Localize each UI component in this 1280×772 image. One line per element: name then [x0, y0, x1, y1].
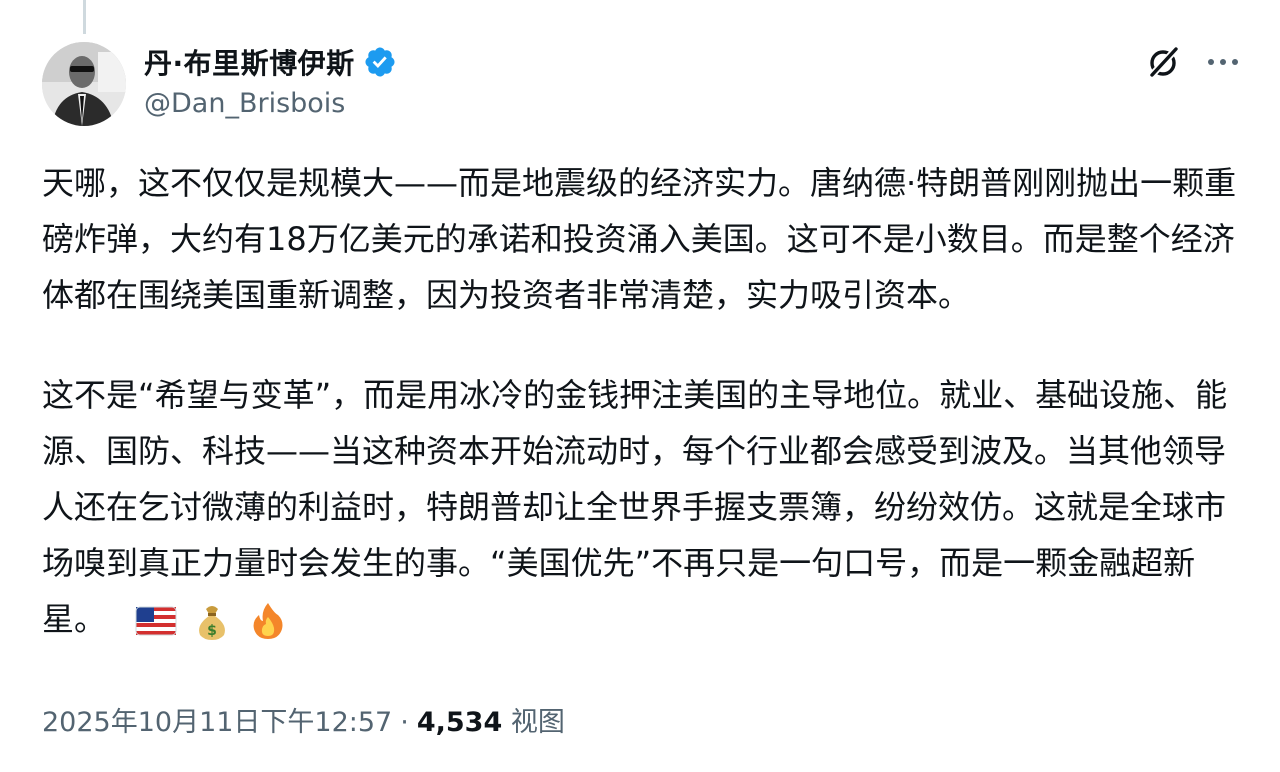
- tweet-header: 丹·布里斯博伊斯 @Dan_Brisbois: [42, 40, 1242, 130]
- display-name-row: 丹·布里斯博伊斯: [144, 40, 397, 84]
- verified-badge-icon[interactable]: [363, 45, 397, 79]
- tweet-text: 天哪，这不仅仅是规模大——而是地震级的经济实力。唐纳德·特朗普刚刚抛出一颗重磅炸…: [42, 155, 1242, 647]
- money-bag-emoji-icon: $: [199, 606, 225, 640]
- tweet-meta: 2025年10月11日下午12:57 · 4,534 视图: [42, 700, 565, 739]
- fire-emoji-icon: [253, 603, 283, 639]
- author-names: 丹·布里斯博伊斯 @Dan_Brisbois: [144, 40, 397, 119]
- tweet-paragraph-1: 天哪，这不仅仅是规模大——而是地震级的经济实力。唐纳德·特朗普刚刚抛出一颗重磅炸…: [42, 164, 1237, 314]
- tweet-timestamp[interactable]: 2025年10月11日下午12:57: [42, 707, 392, 738]
- grok-icon[interactable]: [1144, 42, 1184, 82]
- thread-connector-line: [83, 0, 86, 34]
- author-handle[interactable]: @Dan_Brisbois: [144, 88, 397, 119]
- author-display-name[interactable]: 丹·布里斯博伊斯: [144, 42, 355, 82]
- tweet-paragraph-2-text: 这不是“希望与变革”，而是用冰冷的金钱押注美国的主导地位。就业、基础设施、能源、…: [42, 376, 1228, 638]
- meta-separator: ·: [400, 707, 409, 738]
- svg-text:$: $: [207, 623, 217, 639]
- tweet-paragraph-2: 这不是“希望与变革”，而是用冰冷的金钱押注美国的主导地位。就业、基础设施、能源、…: [42, 367, 1242, 647]
- us-flag-emoji-icon: [135, 606, 177, 636]
- views-count[interactable]: 4,534: [417, 707, 502, 738]
- views-label: 视图: [510, 707, 565, 738]
- avatar[interactable]: [42, 42, 126, 126]
- more-options-icon[interactable]: [1202, 44, 1244, 80]
- avatar-photo: [42, 42, 126, 126]
